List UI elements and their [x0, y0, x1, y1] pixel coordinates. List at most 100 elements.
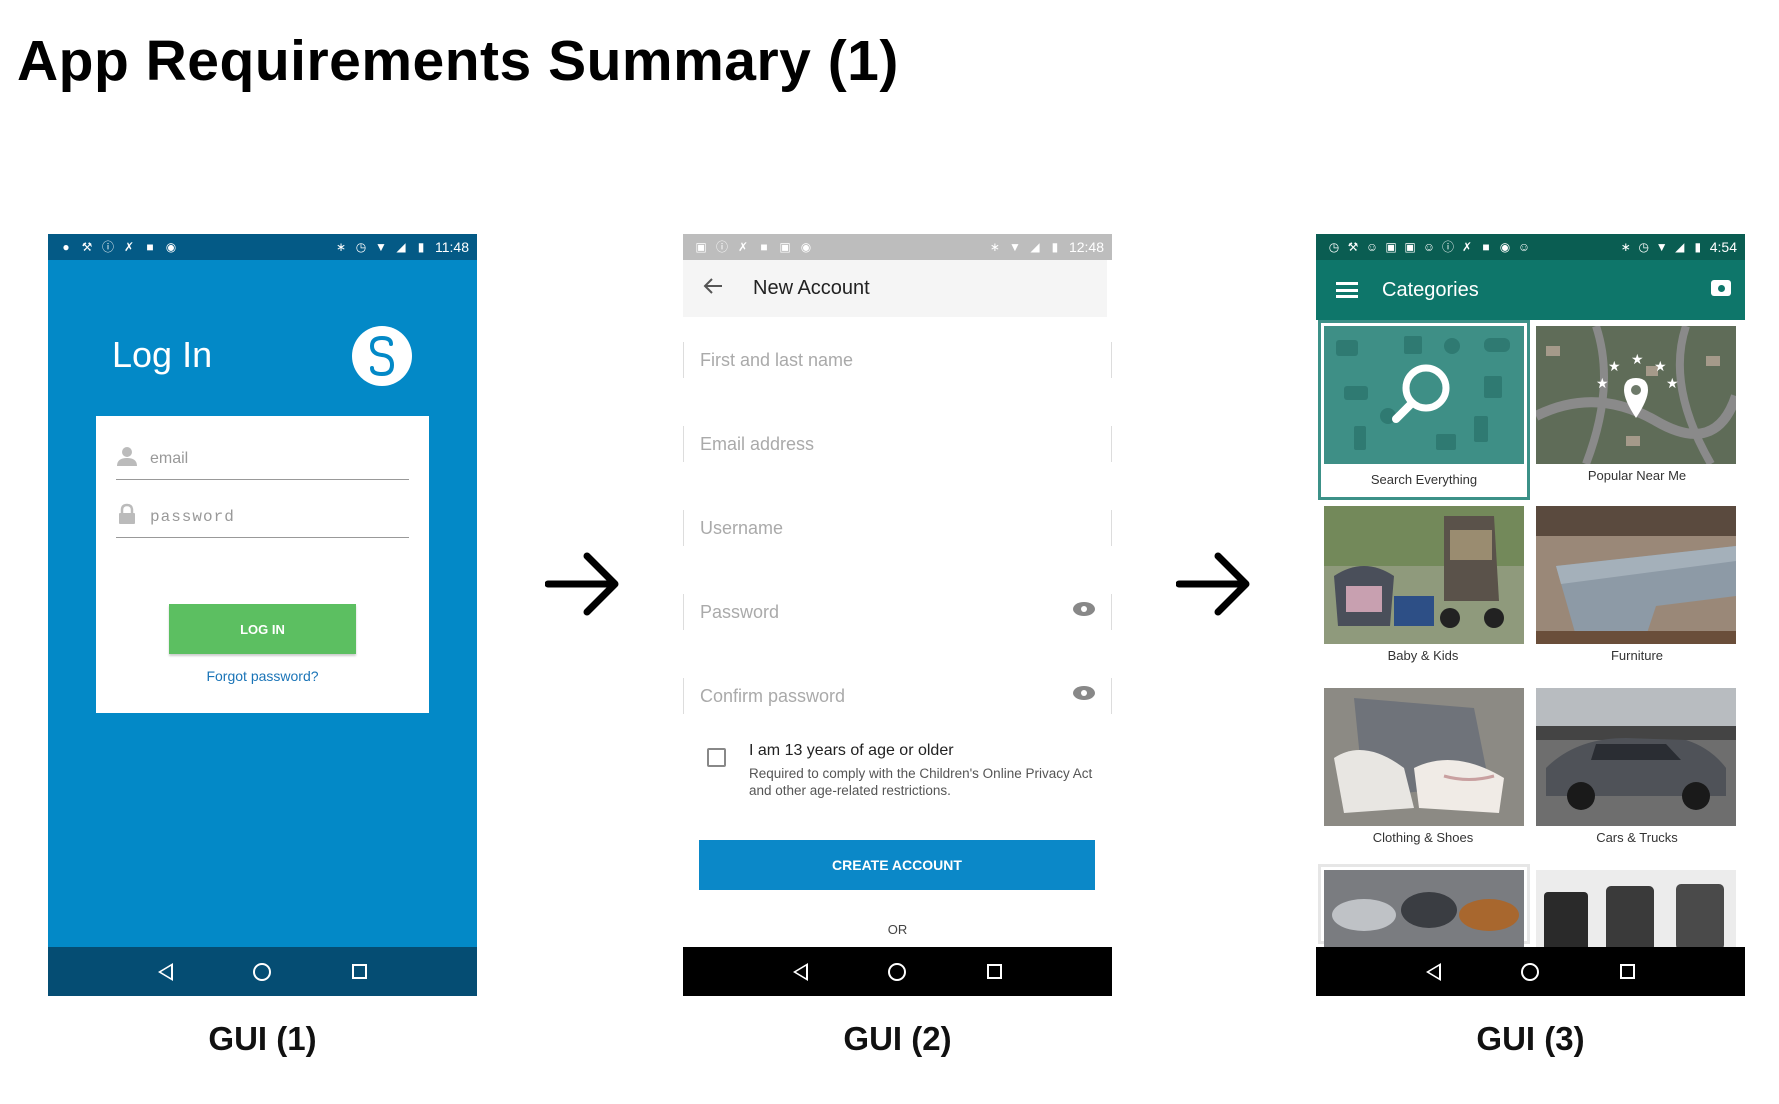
briefcase-icon: ▣: [779, 240, 791, 254]
category-label: Cars & Trucks: [1596, 830, 1678, 845]
smiley-icon: ☺: [1422, 240, 1436, 254]
recents-nav-icon[interactable]: [986, 964, 1002, 979]
menu-icon[interactable]: [1336, 282, 1358, 298]
alarm-icon: ◷: [355, 240, 367, 254]
login-button[interactable]: LOG IN: [169, 604, 356, 654]
tools-icon: ✗: [123, 240, 135, 254]
password-field[interactable]: Password: [683, 594, 1112, 630]
forgot-password-link[interactable]: Forgot password?: [96, 668, 429, 684]
create-account-button[interactable]: CREATE ACCOUNT: [699, 840, 1095, 890]
password-input[interactable]: [150, 507, 380, 526]
category-tile-furniture[interactable]: Furniture: [1530, 500, 1736, 676]
bluetooth-icon: ∗: [335, 240, 347, 254]
facebook-icon: ▣: [695, 240, 707, 254]
svg-text:★: ★: [1654, 359, 1667, 375]
status-bar: ◷ ⚒ ☺ ▣ ▣ ☺ ⓘ ✗ ■ ◉ ☺ ∗ ◷ ▼ ◢ ▮ 4:54: [1316, 234, 1745, 260]
battery-icon: ▮: [1694, 240, 1702, 254]
search-everything-image: [1324, 326, 1524, 464]
svg-text:★: ★: [1631, 352, 1644, 368]
tools-icon: ✗: [1461, 240, 1473, 254]
signal-icon: ◢: [396, 240, 406, 254]
baby-kids-image: [1324, 506, 1524, 644]
wifi-icon: ▼: [1655, 240, 1668, 254]
gui2-caption: GUI (2): [843, 1020, 952, 1057]
status-bar: ● ⚒ ⓘ ✗ ■ ◉ ∗ ◷ ▼ ◢ ▮ 11:48: [48, 234, 477, 260]
gui2-phone: ▣ ⓘ ✗ ■ ▣ ◉ ∗ ▼ ◢ ▮ 12:48 New Account Fi…: [683, 234, 1112, 996]
facebook-icon: ▣: [1404, 240, 1416, 254]
kitchen-image: [1324, 870, 1524, 950]
confirm-password-field[interactable]: Confirm password: [683, 678, 1112, 714]
svg-text:★: ★: [1666, 376, 1679, 392]
confirm-password-placeholder: Confirm password: [700, 685, 846, 706]
system-nav-bar: [1316, 947, 1745, 996]
clothing-shoes-image: [1324, 688, 1524, 826]
recents-nav-icon[interactable]: [1619, 964, 1635, 979]
notification-icons: ◷ ⚒ ☺ ▣ ▣ ☺ ⓘ ✗ ■ ◉ ☺: [1328, 241, 1530, 253]
app-bar: New Account: [683, 260, 1107, 317]
furniture-image: [1536, 506, 1736, 644]
email-field: [116, 438, 409, 480]
battery-icon: ▮: [417, 240, 425, 254]
bluetooth-icon: ∗: [1620, 240, 1631, 254]
eye-icon[interactable]: [1073, 686, 1095, 700]
app-bar: Categories: [1316, 260, 1745, 320]
back-nav-icon[interactable]: [1426, 962, 1442, 981]
back-arrow-icon[interactable]: [703, 277, 723, 300]
wifi-icon: ▼: [1009, 240, 1021, 254]
phones-image: [1536, 870, 1736, 952]
cars-trucks-image: [1536, 688, 1736, 826]
email-input[interactable]: [150, 449, 380, 468]
eye-icon[interactable]: [1073, 602, 1095, 616]
status-bar: ▣ ⓘ ✗ ■ ▣ ◉ ∗ ▼ ◢ ▮ 12:48: [683, 234, 1112, 260]
notification-icons: ▣ ⓘ ✗ ■ ▣ ◉: [695, 241, 812, 253]
info-icon: ⓘ: [716, 240, 729, 254]
home-nav-icon[interactable]: [888, 962, 907, 981]
recents-nav-icon[interactable]: [351, 964, 367, 979]
lock-icon: [116, 503, 138, 530]
category-label: Furniture: [1610, 648, 1664, 663]
svg-text:★: ★: [1608, 359, 1621, 375]
slide-title: App Requirements Summary (1): [17, 29, 899, 93]
category-tile-cars-trucks[interactable]: Cars & Trucks: [1530, 682, 1736, 858]
status-time: 11:48: [435, 239, 469, 255]
user-icon: [116, 445, 138, 472]
back-nav-icon[interactable]: [158, 962, 174, 981]
facebook-icon: ▣: [1385, 240, 1397, 254]
password-placeholder: Password: [700, 601, 780, 622]
popular-near-me-image: ★ ★ ★ ★ ★: [1533, 324, 1741, 466]
home-nav-icon[interactable]: [253, 962, 272, 981]
password-field: [116, 496, 409, 538]
wifi-icon: ▼: [375, 240, 387, 254]
status-time: 12:48: [1068, 239, 1104, 255]
category-label: Clothing & Shoes: [1372, 830, 1474, 845]
category-label: Search Everything: [1370, 472, 1478, 487]
category-tile-search-everything[interactable]: Search Everything: [1318, 320, 1530, 500]
category-label: Popular Near Me: [1587, 468, 1687, 483]
gui3-caption: GUI (3): [1476, 1020, 1585, 1057]
name-field[interactable]: First and last name: [683, 342, 1112, 378]
category-tile-baby-kids[interactable]: Baby & Kids: [1316, 500, 1524, 676]
category-tile-popular-near-me[interactable]: ★ ★ ★ ★ ★ Popular Near Me: [1530, 320, 1741, 496]
login-title: Log In: [112, 334, 213, 375]
home-nav-icon[interactable]: [1521, 962, 1540, 981]
camera-icon[interactable]: [1711, 280, 1731, 296]
back-nav-icon[interactable]: [793, 962, 809, 981]
system-nav-bar: [683, 947, 1112, 996]
info-icon: ⓘ: [1442, 240, 1455, 254]
email-field[interactable]: Email address: [683, 426, 1112, 462]
info-icon: ⓘ: [102, 240, 115, 254]
wrench-icon: ⚒: [1347, 240, 1359, 254]
category-tile-clothing-shoes[interactable]: Clothing & Shoes: [1316, 682, 1524, 858]
category-tile-partial[interactable]: [1318, 864, 1530, 950]
or-divider-text: OR: [887, 922, 908, 937]
battery-icon: ▮: [1051, 240, 1059, 254]
gui3-phone: ◷ ⚒ ☺ ▣ ▣ ☺ ⓘ ✗ ■ ◉ ☺ ∗ ◷ ▼ ◢ ▮ 4:54 Cat…: [1316, 234, 1745, 996]
age-checkbox[interactable]: [707, 748, 726, 767]
person-icon: ●: [62, 240, 70, 254]
system-nav-bar: [48, 947, 477, 996]
alarm-icon: ◷: [1638, 240, 1649, 254]
username-field[interactable]: Username: [683, 510, 1112, 546]
arrow-right-icon: [544, 550, 621, 618]
smiley-icon: ☺: [1517, 240, 1531, 254]
lock-icon: ■: [146, 240, 154, 254]
